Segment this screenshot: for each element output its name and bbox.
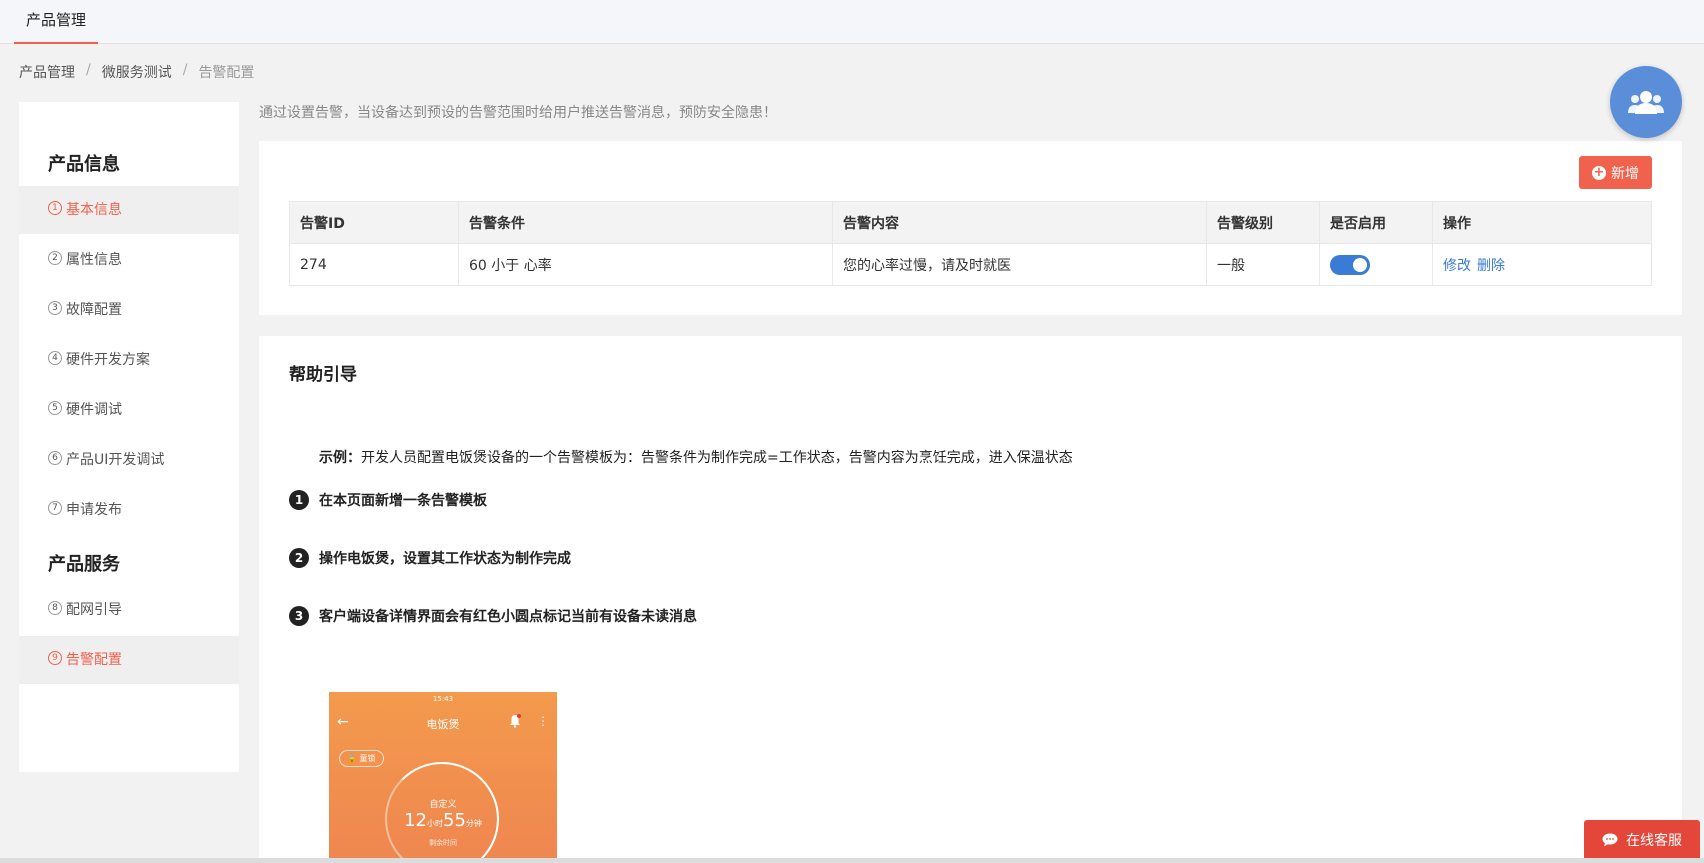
column-header-condition: 告警条件 bbox=[458, 201, 833, 244]
step-number-icon: 9 bbox=[48, 651, 62, 665]
child-lock-button: 🔓 童锁 bbox=[339, 750, 384, 767]
sidebar: 产品信息 1 基本信息 2 属性信息 3 故障配置 4 硬件开发方案 5 硬件调试 6 产品… bbox=[19, 102, 239, 772]
column-header-content: 告警内容 bbox=[832, 201, 1207, 244]
alarm-card: + 新增 告警ID 告警条件 告警内容 告警级别 是否启用 操作 274 60 … bbox=[259, 141, 1682, 315]
online-service-button[interactable]: 在线客服 bbox=[1584, 820, 1700, 859]
column-header-id: 告警ID bbox=[289, 201, 459, 244]
help-step-2: 2 操作电饭煲，设置其工作状态为制作完成 bbox=[289, 548, 571, 568]
sidebar-item-network-guide[interactable]: 8 配网引导 bbox=[19, 586, 239, 634]
sidebar-item-label: 故障配置 bbox=[66, 302, 122, 318]
page-tip: 通过设置告警，当设备达到预设的告警范围时给用户推送告警消息，预防安全隐患！ bbox=[259, 105, 777, 121]
sidebar-item-label: 基本信息 bbox=[66, 202, 122, 218]
sidebar-item-hardware-debug[interactable]: 5 硬件调试 bbox=[19, 386, 239, 434]
chat-icon bbox=[1602, 833, 1618, 846]
column-header-actions: 操作 bbox=[1432, 201, 1652, 244]
time-hours-unit: 小时 bbox=[427, 819, 443, 828]
sidebar-item-label: 产品UI开发调试 bbox=[66, 452, 165, 468]
help-step-1: 1 在本页面新增一条告警模板 bbox=[289, 490, 487, 510]
time-minutes: 55 bbox=[443, 810, 466, 831]
step-number-icon: 2 bbox=[48, 251, 62, 265]
sidebar-item-alarm-config[interactable]: 9 告警配置 bbox=[19, 636, 239, 684]
enable-toggle[interactable] bbox=[1330, 254, 1370, 275]
step-number-icon: 3 bbox=[48, 301, 62, 315]
phone-screenshot: 15:43 ← 电饭煲 ⋮ 🔓 童锁 自定义 12小时55分钟 剩余时间 bbox=[329, 692, 557, 863]
step-badge-icon: 1 bbox=[289, 490, 309, 510]
step-number-icon: 1 bbox=[48, 201, 62, 215]
sidebar-section-product-info: 产品信息 bbox=[48, 154, 120, 175]
sidebar-section-product-service: 产品服务 bbox=[48, 554, 120, 575]
breadcrumb: 产品管理 / 微服务测试 / 告警配置 bbox=[19, 62, 254, 82]
edit-link[interactable]: 修改 bbox=[1443, 258, 1471, 274]
phone-time: 12小时55分钟 bbox=[329, 810, 557, 831]
step-number-icon: 4 bbox=[48, 351, 62, 365]
breadcrumb-separator: / bbox=[86, 62, 91, 78]
phone-mode: 自定义 bbox=[429, 800, 457, 810]
more-icon: ⋮ bbox=[537, 714, 549, 728]
bell-icon bbox=[510, 714, 521, 728]
help-title: 帮助引导 bbox=[289, 365, 357, 385]
sidebar-item-label: 告警配置 bbox=[66, 652, 122, 668]
breadcrumb-separator: / bbox=[182, 62, 188, 78]
sidebar-item-basic-info[interactable]: 1 基本信息 bbox=[19, 186, 239, 234]
online-service-label: 在线客服 bbox=[1626, 832, 1682, 849]
top-tab-bar: 产品管理 bbox=[0, 0, 1704, 44]
cell-actions: 修改 删除 bbox=[1432, 243, 1652, 286]
step-badge-icon: 3 bbox=[289, 606, 309, 626]
phone-status-bar: 15:43 bbox=[432, 695, 454, 703]
step-text: 在本页面新增一条告警模板 bbox=[319, 493, 487, 509]
cell-content: 您的心率过慢，请及时就医 bbox=[832, 243, 1207, 286]
step-text: 操作电饭煲，设置其工作状态为制作完成 bbox=[319, 551, 571, 567]
step-number-icon: 7 bbox=[48, 501, 62, 515]
sidebar-item-fault-config[interactable]: 3 故障配置 bbox=[19, 286, 239, 334]
cell-id: 274 bbox=[289, 243, 459, 286]
delete-link[interactable]: 删除 bbox=[1477, 258, 1505, 274]
help-step-3: 3 客户端设备详情界面会有红色小圆点标记当前有设备未读消息 bbox=[289, 606, 697, 626]
step-number-icon: 8 bbox=[48, 601, 62, 615]
column-header-enabled: 是否启用 bbox=[1319, 201, 1433, 244]
phone-title: 电饭煲 bbox=[426, 718, 460, 731]
breadcrumb-item-product[interactable]: 微服务测试 bbox=[102, 62, 172, 82]
sidebar-item-hardware-plan[interactable]: 4 硬件开发方案 bbox=[19, 336, 239, 384]
cell-level: 一般 bbox=[1206, 243, 1320, 286]
plus-icon: + bbox=[1592, 164, 1606, 180]
time-hours: 12 bbox=[404, 810, 427, 831]
help-example: 示例：开发人员配置电饭煲设备的一个告警模板为：告警条件为制作完成=工作状态，告警… bbox=[319, 447, 1073, 467]
breadcrumb-item-product-management[interactable]: 产品管理 bbox=[19, 62, 75, 82]
step-number-icon: 6 bbox=[48, 451, 62, 465]
step-badge-icon: 2 bbox=[289, 548, 309, 568]
example-label: 示例： bbox=[319, 450, 361, 466]
time-minutes-unit: 分钟 bbox=[465, 819, 482, 828]
cell-enabled bbox=[1319, 243, 1433, 286]
sidebar-item-label: 申请发布 bbox=[66, 502, 122, 518]
breadcrumb-item-current: 告警配置 bbox=[198, 65, 255, 81]
sidebar-item-label: 属性信息 bbox=[66, 252, 122, 268]
help-card: 帮助引导 示例：开发人员配置电饭煲设备的一个告警模板为：告警条件为制作完成=工作… bbox=[259, 336, 1682, 863]
alarm-table: 告警ID 告警条件 告警内容 告警级别 是否启用 操作 274 60 小于 心率… bbox=[289, 201, 1652, 286]
sidebar-item-label: 硬件开发方案 bbox=[66, 352, 150, 368]
tab-product-management[interactable]: 产品管理 bbox=[14, 0, 99, 44]
sidebar-item-label: 配网引导 bbox=[66, 602, 122, 618]
table-header-row: 告警ID 告警条件 告警内容 告警级别 是否启用 操作 bbox=[289, 201, 1652, 244]
toggle-knob bbox=[1353, 257, 1367, 272]
phone-remain-label: 剩余时间 bbox=[429, 839, 457, 847]
sidebar-item-label: 硬件调试 bbox=[66, 402, 122, 418]
cell-condition: 60 小于 心率 bbox=[458, 243, 833, 286]
lock-label: 童锁 bbox=[359, 754, 376, 763]
step-number-icon: 5 bbox=[48, 401, 62, 415]
user-group-button[interactable] bbox=[1610, 66, 1682, 138]
column-header-level: 告警级别 bbox=[1206, 201, 1320, 244]
example-text: 开发人员配置电饭煲设备的一个告警模板为：告警条件为制作完成=工作状态，告警内容为… bbox=[361, 450, 1073, 466]
step-text: 客户端设备详情界面会有红色小圆点标记当前有设备未读消息 bbox=[319, 609, 697, 625]
user-group-icon bbox=[1628, 91, 1664, 114]
horizontal-scrollbar[interactable] bbox=[0, 858, 1704, 863]
sidebar-item-attribute-info[interactable]: 2 属性信息 bbox=[19, 236, 239, 284]
table-row: 274 60 小于 心率 您的心率过慢，请及时就医 一般 修改 删除 bbox=[289, 243, 1652, 286]
add-button-label: 新增 bbox=[1611, 165, 1639, 182]
sidebar-item-ui-debug[interactable]: 6 产品UI开发调试 bbox=[19, 436, 239, 484]
add-alarm-button[interactable]: + 新增 bbox=[1579, 156, 1652, 189]
sidebar-item-publish[interactable]: 7 申请发布 bbox=[19, 486, 239, 534]
